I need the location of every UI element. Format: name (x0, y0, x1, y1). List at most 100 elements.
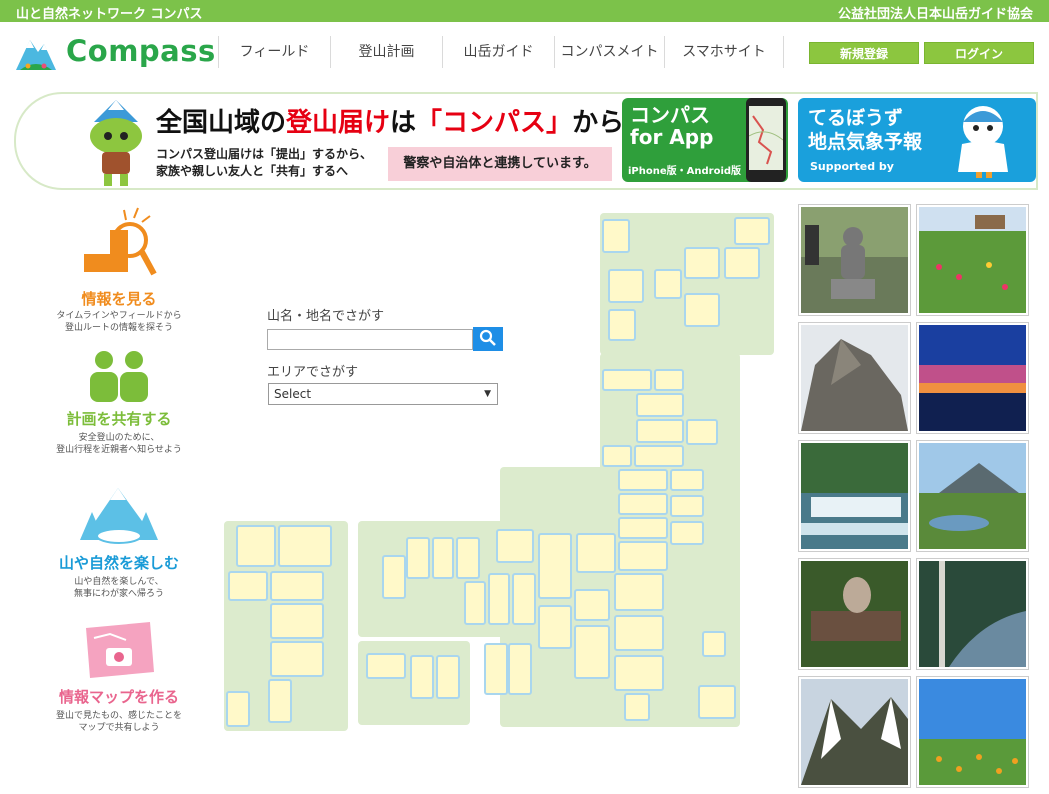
banner-subtext: コンパス登山届けは「提出」するから、 家族や親しい友人と「共有」するへ (156, 146, 372, 180)
pref-box[interactable] (608, 309, 636, 341)
pref-box[interactable] (670, 521, 704, 545)
banner-title-part1: 全国山域の (156, 108, 287, 138)
pref-box[interactable] (488, 573, 510, 625)
pref-box[interactable] (618, 517, 668, 539)
dropdown-arrow-icon: ▼ (484, 389, 491, 399)
pref-box[interactable] (278, 525, 332, 567)
pref-box[interactable] (576, 533, 616, 573)
pref-box[interactable] (636, 393, 684, 417)
promo-banner[interactable]: 全国山域の登山届けは「コンパス」から! コンパス登山届けは「提出」するから、 家… (14, 92, 1038, 190)
pref-box[interactable] (624, 693, 650, 721)
photo-thumbnail[interactable] (916, 322, 1029, 434)
pref-box[interactable] (484, 643, 508, 695)
pref-box[interactable] (436, 655, 460, 699)
photo-thumbnail[interactable] (798, 322, 911, 434)
teru-bouzu-mascot-icon (958, 106, 1008, 178)
pref-box[interactable] (654, 269, 682, 299)
pref-box[interactable] (602, 369, 652, 391)
login-button[interactable]: ログイン (924, 42, 1034, 64)
search-button[interactable] (473, 327, 503, 351)
mascot-icon (90, 100, 142, 186)
nav-guide[interactable]: 山岳ガイド (442, 36, 554, 68)
nav-smartphone[interactable]: スマホサイト (664, 36, 784, 68)
pref-box[interactable] (684, 293, 720, 327)
feature-desc: タイムラインやフィールドから 登山ルートの情報を探そう (40, 310, 198, 334)
pref-box[interactable] (574, 589, 610, 621)
pref-box[interactable] (618, 541, 668, 571)
photo-thumbnail[interactable] (798, 204, 911, 316)
pref-box[interactable] (602, 219, 630, 253)
pref-box[interactable] (270, 571, 324, 601)
pref-box[interactable] (670, 469, 704, 491)
pref-box[interactable] (724, 247, 760, 279)
area-select[interactable]: Select ▼ (268, 383, 498, 405)
photo-thumbnail[interactable] (916, 440, 1029, 552)
pref-box[interactable] (508, 643, 532, 695)
photo-thumbnail[interactable] (798, 558, 911, 670)
pref-box[interactable] (608, 269, 644, 303)
photo-thumbnail[interactable] (916, 204, 1029, 316)
pref-box[interactable] (366, 653, 406, 679)
pref-box[interactable] (236, 525, 276, 567)
pref-box[interactable] (614, 615, 664, 651)
nav-field[interactable]: フィールド (218, 36, 330, 68)
pref-box[interactable] (618, 469, 668, 491)
pref-box[interactable] (226, 691, 250, 727)
photo-thumbnail[interactable] (916, 676, 1029, 788)
weather-promo-box[interactable]: てるぼうず 地点気象予報 Supported by (798, 98, 1036, 182)
pref-box[interactable] (512, 573, 536, 625)
register-button[interactable]: 新規登録 (809, 42, 919, 64)
photo-thumbnail[interactable] (916, 558, 1029, 670)
pref-box[interactable] (432, 537, 454, 579)
pref-box[interactable] (268, 679, 292, 723)
logo[interactable]: Compass (14, 30, 215, 74)
banner-title-quote: 「コンパス」 (416, 108, 573, 138)
pref-box[interactable] (734, 217, 770, 245)
pref-box[interactable] (702, 631, 726, 657)
app-promo-box[interactable]: コンパス for App iPhone版・Android版 (622, 98, 788, 182)
pref-box[interactable] (636, 419, 684, 443)
pref-box[interactable] (634, 445, 684, 467)
feature-desc: 安全登山のために、 登山行程を近親者へ知らせよう (40, 432, 198, 456)
pref-box[interactable] (464, 581, 486, 625)
pref-box[interactable] (496, 529, 534, 563)
pref-box[interactable] (698, 685, 736, 719)
pref-box[interactable] (574, 625, 610, 679)
pref-box[interactable] (614, 573, 664, 611)
feature-share-plan[interactable]: 計画を共有する 安全登山のために、 登山行程を近親者へ知らせよう (40, 348, 198, 468)
feature-enjoy-nature[interactable]: 山や自然を楽しむ 山や自然を楽しんで、 無事にわが家へ帰ろう (40, 484, 198, 604)
nav-mate[interactable]: コンパスメイト (554, 36, 664, 68)
pref-box[interactable] (538, 533, 572, 599)
pref-box[interactable] (270, 603, 324, 639)
pref-box[interactable] (670, 495, 704, 517)
pref-box[interactable] (614, 655, 664, 691)
pref-box[interactable] (228, 571, 268, 601)
pref-box[interactable] (684, 247, 720, 279)
org-name[interactable]: 公益社団法人日本山岳ガイド協会 (838, 3, 1033, 22)
pref-box[interactable] (602, 445, 632, 467)
feature-desc-line2: 無事にわが家へ帰ろう (73, 589, 164, 599)
pref-box[interactable] (406, 537, 430, 579)
feature-view-info[interactable]: 情報を見る タイムラインやフィールドから 登山ルートの情報を探そう (40, 204, 198, 334)
buddha-statue-photo-icon (801, 207, 908, 313)
pref-box[interactable] (686, 419, 718, 445)
weather-promo-title: てるぼうず 地点気象予報 (808, 106, 922, 154)
sunset-sky-photo-icon (919, 325, 1026, 431)
name-search-input[interactable] (267, 329, 473, 350)
name-search-label: 山名・地名でさがす (267, 309, 385, 324)
app-title-line2: for App (630, 125, 714, 149)
feature-desc: 山や自然を楽しんで、 無事にわが家へ帰ろう (40, 576, 198, 600)
site-name[interactable]: 山と自然ネットワーク コンパス (16, 3, 203, 22)
weather-title-line1: てるぼうず (808, 107, 904, 129)
feature-create-map[interactable]: 情報マップを作る 登山で見たもの、感じたことを マップで共有しよう (40, 622, 198, 742)
pref-box[interactable] (270, 641, 324, 677)
pref-box[interactable] (410, 655, 434, 699)
pref-box[interactable] (456, 537, 480, 579)
pref-box[interactable] (382, 555, 406, 599)
pref-box[interactable] (654, 369, 684, 391)
photo-thumbnail[interactable] (798, 676, 911, 788)
pref-box[interactable] (538, 605, 572, 649)
nav-plan[interactable]: 登山計画 (330, 36, 442, 68)
pref-box[interactable] (618, 493, 668, 515)
photo-thumbnail[interactable] (798, 440, 911, 552)
